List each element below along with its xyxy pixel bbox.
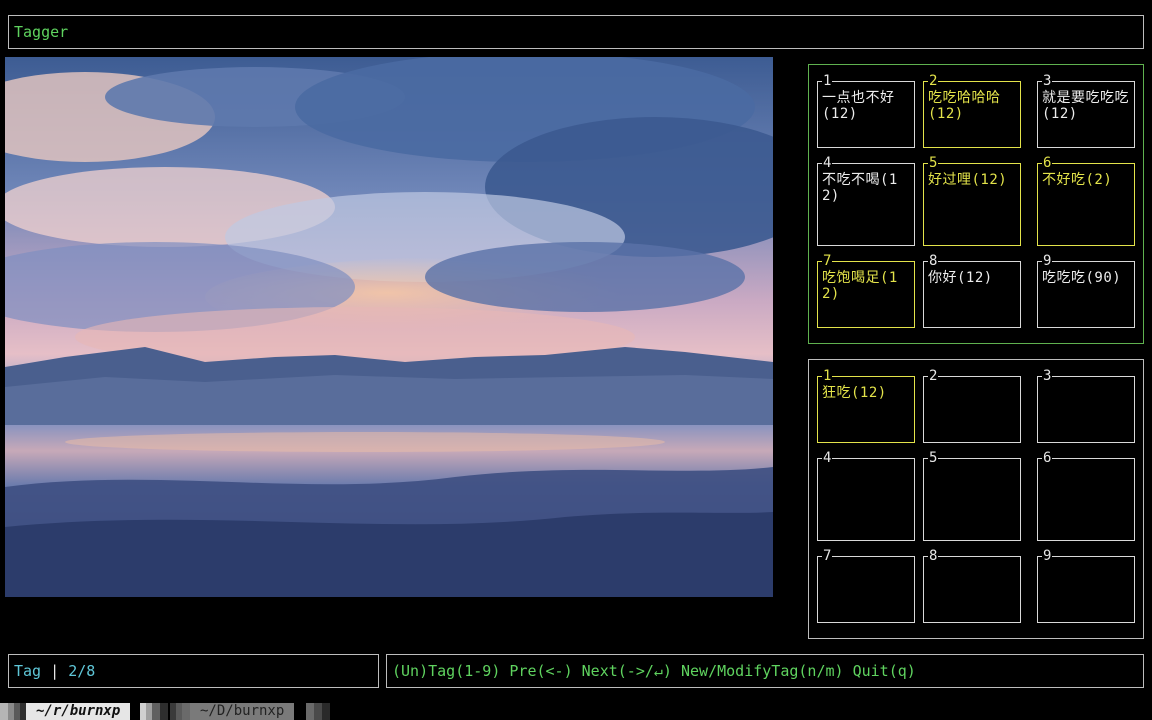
subtag-slot-7[interactable]: 7 bbox=[817, 548, 915, 623]
subtag-slot-6[interactable]: 6 bbox=[1037, 450, 1135, 541]
tag-slot-label: 不好吃(2) bbox=[1042, 172, 1113, 188]
image-preview bbox=[5, 57, 773, 597]
subtag-slot-4[interactable]: 4 bbox=[817, 450, 915, 541]
subtag-slot-3[interactable]: 3 bbox=[1037, 368, 1135, 443]
subtag-slot-label: 狂吃(12) bbox=[822, 385, 887, 401]
subtag-slot-number: 6 bbox=[1042, 450, 1053, 466]
subtag-slot-2[interactable]: 2 bbox=[923, 368, 1021, 443]
tag-slot-label: 就是要吃吃吃(12) bbox=[1042, 90, 1129, 122]
subtag-slot-number: 3 bbox=[1042, 368, 1053, 384]
tag-slot-1[interactable]: 1 一点也不好(12) bbox=[817, 73, 915, 148]
tag-slot-3[interactable]: 3 就是要吃吃吃(12) bbox=[1037, 73, 1135, 148]
subtag-slot-number: 7 bbox=[822, 548, 833, 564]
tag-slot-number: 3 bbox=[1042, 73, 1053, 89]
tag-slot-label: 不吃不喝(12) bbox=[822, 172, 898, 204]
tag-slot-number: 2 bbox=[928, 73, 939, 89]
subtag-slot-number: 5 bbox=[928, 450, 939, 466]
tag-slot-5[interactable]: 5 好过哩(12) bbox=[923, 155, 1021, 246]
image-counter: 2/8 bbox=[68, 662, 96, 680]
subtag-slot-1[interactable]: 1 狂吃(12) bbox=[817, 368, 915, 443]
tag-slot-4[interactable]: 4 不吃不喝(12) bbox=[817, 155, 915, 246]
tag-slot-label: 一点也不好(12) bbox=[822, 90, 895, 122]
subtag-slot-number: 8 bbox=[928, 548, 939, 564]
subtag-slot-9[interactable]: 9 bbox=[1037, 548, 1135, 623]
tag-slot-number: 6 bbox=[1042, 155, 1053, 171]
tmux-window-tab[interactable]: ~/r/burnxp bbox=[26, 703, 131, 720]
tag-slot-8[interactable]: 8 你好(12) bbox=[923, 253, 1021, 328]
subtag-slot-5[interactable]: 5 bbox=[923, 450, 1021, 541]
tag-slot-number: 1 bbox=[822, 73, 833, 89]
tag-slot-label: 你好(12) bbox=[928, 270, 993, 286]
tag-slot-number: 4 bbox=[822, 155, 833, 171]
subtag-slot-number: 9 bbox=[1042, 548, 1053, 564]
tmux-window-tab[interactable]: ~/D/burnxp bbox=[190, 703, 295, 720]
tag-slot-label: 吃饱喝足(12) bbox=[822, 270, 898, 302]
tag-panel: 1 一点也不好(12) 2 吃吃哈哈哈(12) 3 就是要吃吃吃(12) 4 不… bbox=[808, 64, 1144, 344]
tag-slot-6[interactable]: 6 不好吃(2) bbox=[1037, 155, 1135, 246]
title-bar: Tagger bbox=[8, 15, 1144, 49]
app-title: Tagger bbox=[14, 23, 69, 41]
tag-slot-7[interactable]: 7 吃饱喝足(12) bbox=[817, 253, 915, 328]
tag-slot-label: 吃吃吃(90) bbox=[1042, 270, 1122, 286]
mode-indicator: Tag bbox=[14, 662, 42, 680]
tag-slot-label: 吃吃哈哈哈(12) bbox=[928, 90, 1001, 122]
status-text: Tag | 2/8 bbox=[14, 663, 95, 680]
status-separator: | bbox=[41, 662, 69, 680]
tag-slot-number: 5 bbox=[928, 155, 939, 171]
tag-slot-2[interactable]: 2 吃吃哈哈哈(12) bbox=[923, 73, 1021, 148]
help-bar: (Un)Tag(1-9) Pre(<-) Next(->/↵) New/Modi… bbox=[386, 654, 1144, 688]
subtag-slot-8[interactable]: 8 bbox=[923, 548, 1021, 623]
status-bar: Tag | 2/8 bbox=[8, 654, 379, 688]
landscape-photo-icon bbox=[5, 57, 773, 597]
tmux-status-bar: ~/r/burnxp ~/D/burnxp bbox=[0, 703, 1152, 720]
subtag-panel: 1 狂吃(12) 2 3 4 5 6 7 8 9 bbox=[808, 359, 1144, 639]
keybinding-help: (Un)Tag(1-9) Pre(<-) Next(->/↵) New/Modi… bbox=[392, 662, 916, 680]
tag-slot-9[interactable]: 9 吃吃吃(90) bbox=[1037, 253, 1135, 328]
tag-slot-number: 9 bbox=[1042, 253, 1053, 269]
subtag-slot-number: 2 bbox=[928, 368, 939, 384]
subtag-slot-number: 1 bbox=[822, 368, 833, 384]
tag-slot-number: 7 bbox=[822, 253, 833, 269]
tag-slot-number: 8 bbox=[928, 253, 939, 269]
subtag-slot-number: 4 bbox=[822, 450, 833, 466]
tag-slot-label: 好过哩(12) bbox=[928, 172, 1008, 188]
